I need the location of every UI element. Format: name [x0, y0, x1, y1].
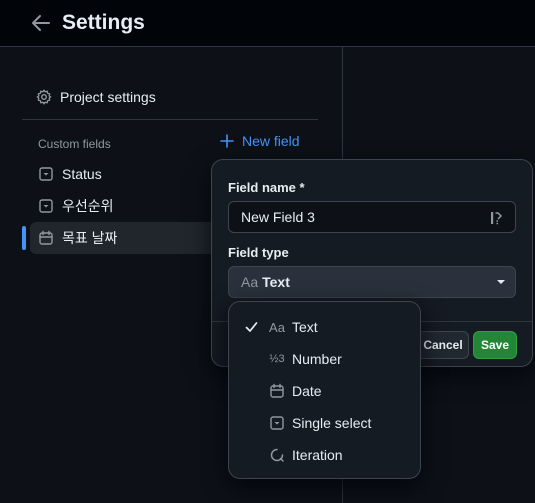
- single-select-icon: [39, 199, 53, 213]
- menu-item-single-select[interactable]: Single select: [229, 407, 420, 439]
- single-select-icon: [39, 167, 53, 181]
- field-type-menu: Aa Text ½3 Number Date Single select Ite…: [228, 301, 421, 479]
- menu-item-iteration[interactable]: Iteration: [229, 439, 420, 471]
- caret-down-icon: [497, 280, 505, 284]
- gear-icon: [36, 89, 52, 105]
- sidebar-item-label: 목표 날짜: [62, 230, 118, 246]
- text-cursor-icon: [491, 212, 503, 225]
- arrow-left-icon[interactable]: [30, 12, 52, 34]
- field-name-input[interactable]: New Field 3: [228, 201, 516, 233]
- single-select-icon: [270, 416, 284, 430]
- project-settings-link[interactable]: Project settings: [36, 86, 156, 108]
- number-icon: ½3: [269, 353, 285, 365]
- top-bar: Settings: [0, 0, 535, 47]
- menu-item-label: Single select: [292, 415, 372, 431]
- field-type-select[interactable]: Aa Text: [228, 266, 516, 298]
- text-icon: Aa: [241, 274, 259, 290]
- page-title: Settings: [62, 11, 145, 34]
- save-button[interactable]: Save: [473, 331, 517, 359]
- selected-indicator: [22, 226, 26, 250]
- calendar-icon: [270, 383, 284, 398]
- new-field-label: New field: [242, 133, 300, 149]
- field-name-label: Field name *: [228, 180, 305, 195]
- cancel-button[interactable]: Cancel: [417, 331, 469, 359]
- iteration-icon: [270, 448, 284, 462]
- sidebar-divider: [22, 119, 318, 120]
- check-icon: [245, 322, 258, 332]
- plus-icon: [220, 134, 234, 148]
- sidebar-item-label: 우선순위: [62, 198, 114, 214]
- menu-item-date[interactable]: Date: [229, 375, 420, 407]
- menu-item-text[interactable]: Aa Text: [229, 311, 420, 343]
- custom-fields-heading: Custom fields: [38, 137, 111, 151]
- menu-item-label: Text: [292, 319, 318, 335]
- field-type-value: Text: [262, 274, 290, 290]
- sidebar-item-priority[interactable]: 우선순위: [30, 190, 230, 222]
- menu-item-label: Date: [292, 383, 322, 399]
- menu-item-label: Iteration: [292, 447, 343, 463]
- text-icon: Aa: [269, 319, 285, 335]
- new-field-button[interactable]: New field: [220, 133, 300, 149]
- sidebar-item-target-date[interactable]: 목표 날짜: [30, 222, 230, 254]
- field-name-value: New Field 3: [241, 209, 315, 225]
- sidebar-item-status[interactable]: Status: [30, 158, 230, 190]
- menu-item-number[interactable]: ½3 Number: [229, 343, 420, 375]
- field-type-label: Field type: [228, 245, 289, 260]
- calendar-icon: [39, 230, 53, 245]
- sidebar-item-label: Status: [62, 166, 102, 182]
- project-settings-label: Project settings: [60, 89, 156, 105]
- menu-item-label: Number: [292, 351, 342, 367]
